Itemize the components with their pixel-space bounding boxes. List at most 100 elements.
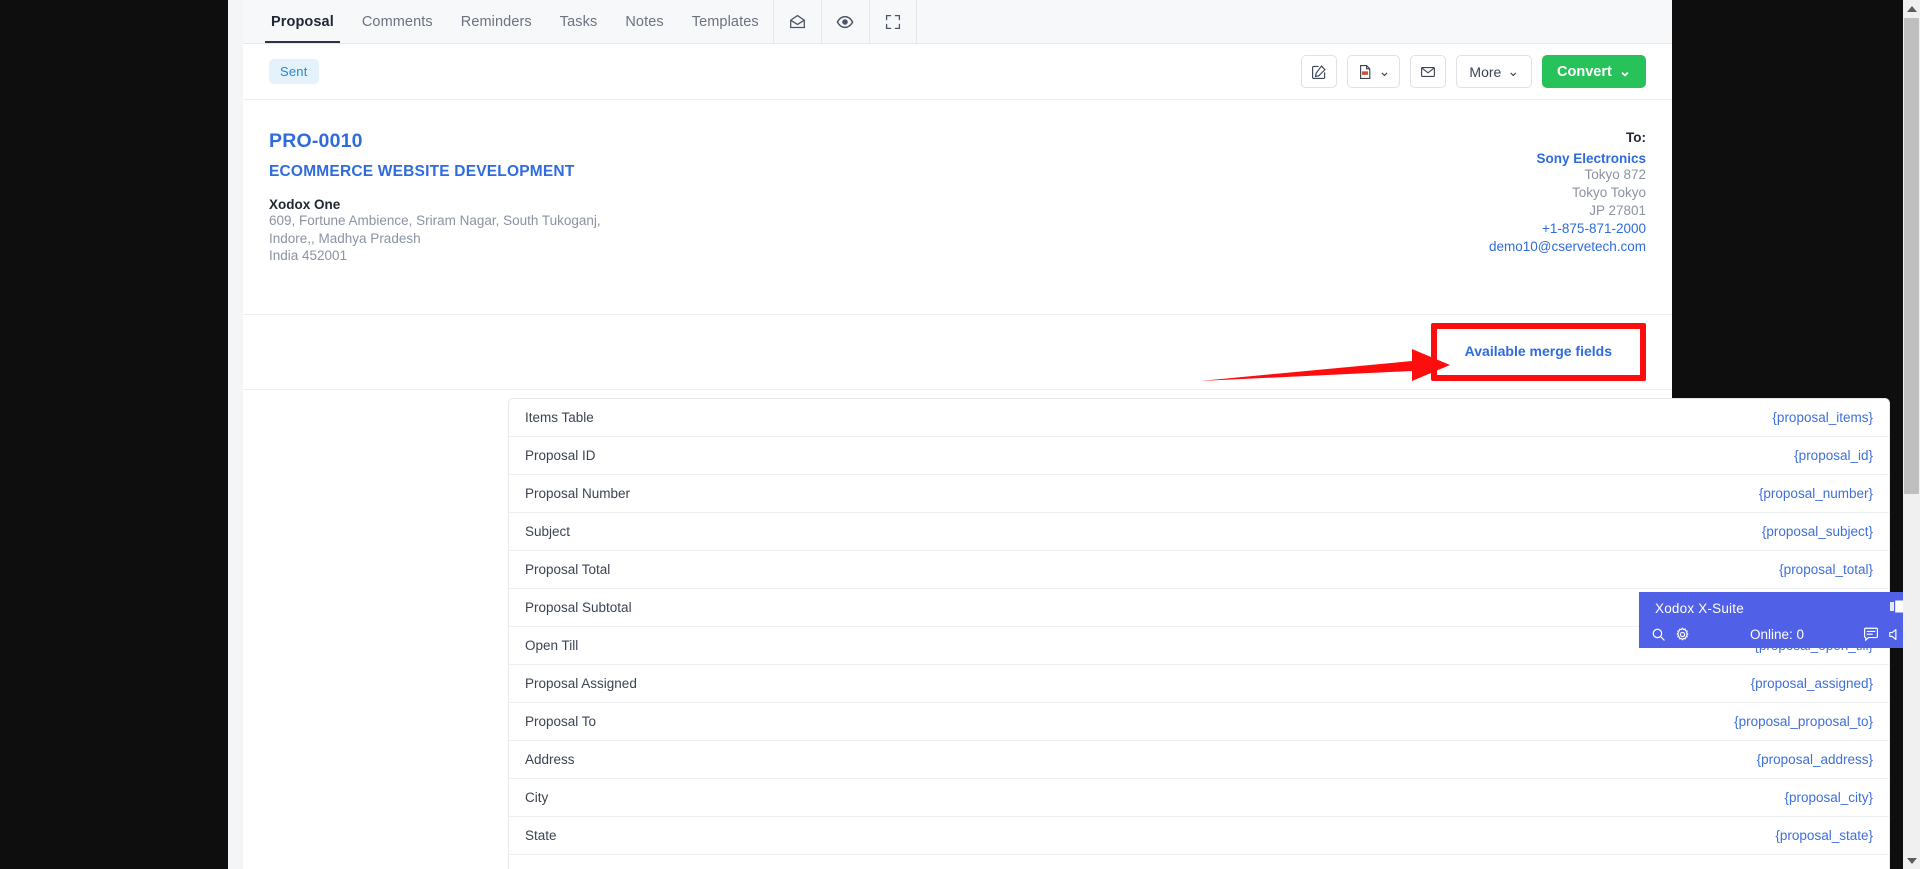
tab-notes[interactable]: Notes	[611, 0, 677, 43]
merge-field-token[interactable]: {proposal_id}	[1794, 448, 1873, 463]
more-button[interactable]: More ⌄	[1456, 55, 1533, 88]
merge-field-label: Open Till	[525, 638, 579, 653]
merge-field-token[interactable]: {proposal_address}	[1757, 752, 1873, 767]
proposal-subject[interactable]: ECOMMERCE WEBSITE DEVELOPMENT	[269, 163, 601, 181]
tab-bar: Proposal Comments Reminders Tasks Notes …	[243, 0, 1672, 44]
convert-button[interactable]: Convert ⌄	[1542, 55, 1646, 88]
from-company-name: Xodox One	[269, 197, 341, 212]
tab-reminders[interactable]: Reminders	[447, 0, 546, 43]
table-row[interactable]: Items Table {proposal_items}	[509, 399, 1889, 437]
action-buttons: ⌄ More ⌄ Convert ⌄	[1300, 55, 1646, 88]
chevron-down-icon: ⌄	[1507, 63, 1520, 79]
to-company-name[interactable]: Sony Electronics	[1489, 151, 1646, 166]
chevron-down-icon: ⌄	[1378, 63, 1391, 79]
from-address-line: India 452001	[269, 248, 348, 263]
chat-online-count: Online: 0	[1749, 627, 1805, 642]
table-row[interactable]: Address {proposal_address}	[509, 741, 1889, 779]
more-button-label: More	[1469, 63, 1502, 80]
merge-field-token[interactable]: {proposal_state}	[1775, 828, 1873, 843]
to-address-line: Tokyo 872	[1584, 167, 1646, 182]
chat-left-icons	[1651, 627, 1690, 642]
search-icon[interactable]	[1651, 627, 1666, 642]
merge-field-token[interactable]: {proposal_assigned}	[1751, 676, 1873, 691]
to-address-line: JP 27801	[1589, 203, 1646, 218]
to-email[interactable]: demo10@cservetech.com	[1489, 238, 1646, 256]
to-address-line: Tokyo Tokyo	[1571, 185, 1646, 200]
tab-label: Comments	[361, 13, 433, 30]
proposal-panel: Proposal Comments Reminders Tasks Notes …	[243, 0, 1915, 869]
available-merge-fields-highlight: Available merge fields	[1430, 323, 1646, 381]
tab-label: Proposal	[271, 13, 334, 30]
merge-field-label: State	[525, 828, 557, 843]
table-row[interactable]: Proposal Assigned {proposal_assigned}	[509, 665, 1889, 703]
table-row[interactable]: Proposal Number {proposal_number}	[509, 475, 1889, 513]
open-envelope-icon[interactable]	[772, 0, 821, 43]
tab-label: Tasks	[559, 13, 598, 30]
merge-field-token[interactable]: {proposal_total}	[1779, 562, 1873, 577]
tab-label: Reminders	[460, 13, 532, 30]
table-row[interactable]: Proposal Total {proposal_total}	[509, 551, 1889, 589]
to-block: To: Sony Electronics Tokyo 872 Tokyo Tok…	[1489, 130, 1646, 256]
action-bar: Sent ⌄ More ⌄ Convert ⌄	[243, 44, 1672, 100]
screen: Proposal Comments Reminders Tasks Notes …	[0, 0, 1920, 869]
chevron-down-icon: ⌄	[1618, 63, 1631, 80]
merge-field-token[interactable]: {proposal_city}	[1784, 790, 1873, 805]
available-merge-fields-link[interactable]: Available merge fields	[1465, 343, 1612, 359]
tab-comments[interactable]: Comments	[348, 0, 447, 43]
merge-field-label: Subject	[525, 524, 571, 539]
edit-button[interactable]	[1300, 55, 1337, 88]
merge-field-label: Proposal ID	[525, 448, 596, 463]
merge-field-token[interactable]: {proposal_proposal_to}	[1734, 714, 1873, 729]
scroll-down-arrow-icon[interactable]	[1903, 852, 1920, 869]
scroll-up-arrow-icon[interactable]	[1903, 0, 1920, 17]
to-phone[interactable]: +1-875-871-2000	[1489, 220, 1646, 238]
from-address-line: 609, Fortune Ambience, Sriram Nagar, Sou…	[269, 213, 601, 228]
merge-field-token[interactable]: {proposal_subject}	[1762, 524, 1873, 539]
fullscreen-icon[interactable]	[868, 0, 917, 43]
tab-tasks[interactable]: Tasks	[546, 0, 612, 43]
envelope-icon	[1421, 66, 1436, 77]
table-row[interactable]: State {proposal_state}	[509, 817, 1889, 855]
proposal-number: PRO-0010	[269, 130, 363, 152]
chat-widget[interactable]: Xodox X-Suite Online: 0	[1639, 592, 1915, 648]
pdf-button[interactable]: ⌄	[1346, 55, 1401, 88]
chat-bubble-icon[interactable]	[1863, 627, 1879, 642]
page-scrollbar[interactable]	[1903, 0, 1920, 869]
gear-icon[interactable]	[1675, 627, 1690, 642]
chat-right-icons	[1863, 627, 1903, 642]
merge-field-label: Proposal Subtotal	[525, 600, 632, 615]
merge-field-label: Address	[525, 752, 575, 767]
table-row[interactable]: Proposal To {proposal_proposal_to}	[509, 703, 1889, 741]
merge-field-label: Proposal To	[525, 714, 597, 729]
table-row[interactable]: Zip Code{proposal_zip}	[509, 855, 1889, 869]
pencil-square-icon	[1311, 64, 1326, 79]
chat-widget-toolbar: Online: 0	[1639, 621, 1915, 648]
table-row[interactable]: Proposal ID {proposal_id}	[509, 437, 1889, 475]
merge-field-label: City	[525, 790, 549, 805]
merge-field-token[interactable]: {proposal_number}	[1759, 486, 1873, 501]
pdf-document-icon	[1359, 64, 1371, 79]
document-header: PRO-0010 ECOMMERCE WEBSITE DEVELOPMENT X…	[243, 100, 1672, 315]
merge-field-label: Proposal Total	[525, 562, 611, 577]
tab-label: Notes	[625, 13, 664, 30]
chat-widget-title: Xodox X-Suite	[1655, 601, 1744, 616]
speaker-icon[interactable]	[1888, 627, 1903, 642]
from-address-line: Indore,, Madhya Pradesh	[269, 230, 421, 246]
convert-button-label: Convert	[1557, 63, 1612, 80]
merge-field-label: Proposal Number	[525, 486, 631, 501]
table-row[interactable]: Subject {proposal_subject}	[509, 513, 1889, 551]
email-button[interactable]	[1410, 55, 1447, 88]
tab-templates[interactable]: Templates	[678, 0, 773, 43]
eye-icon[interactable]	[820, 0, 869, 43]
from-block: PRO-0010 ECOMMERCE WEBSITE DEVELOPMENT X…	[269, 130, 601, 265]
merge-field-token[interactable]: {proposal_items}	[1772, 410, 1873, 425]
annotation-arrow-icon	[1200, 349, 1450, 381]
to-label: To:	[1626, 130, 1646, 145]
merge-field-label: Proposal Assigned	[525, 676, 637, 691]
status-badge: Sent	[269, 59, 319, 84]
merge-field-label: Items Table	[525, 410, 594, 425]
table-row[interactable]: City {proposal_city}	[509, 779, 1889, 817]
scrollbar-thumb[interactable]	[1904, 18, 1919, 494]
tab-proposal[interactable]: Proposal	[257, 0, 348, 43]
tab-label: Templates	[691, 13, 759, 30]
